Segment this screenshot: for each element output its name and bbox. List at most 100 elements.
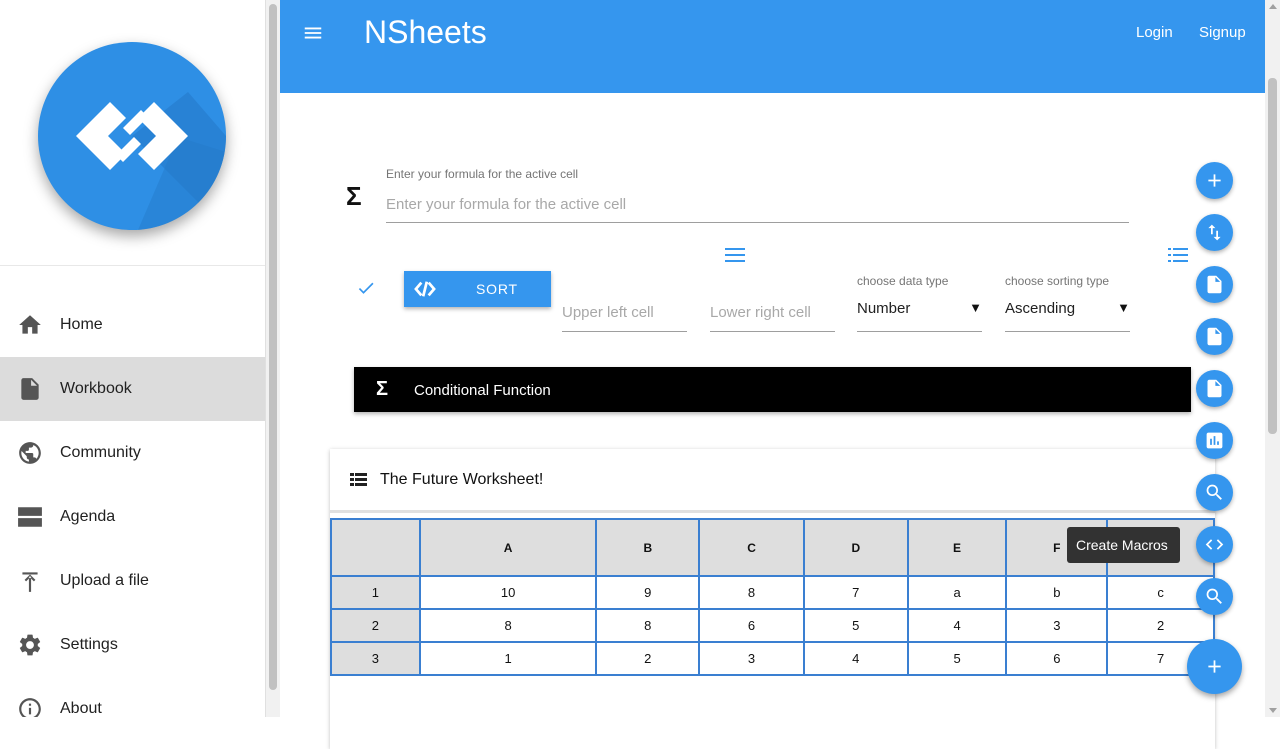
sidebar-item-community[interactable]: Community <box>0 421 265 485</box>
sidebar-item-label: Agenda <box>60 508 116 525</box>
upper-left-cell-input[interactable] <box>562 294 687 331</box>
file-icon <box>21 378 39 400</box>
table-cell[interactable]: 2 <box>595 641 701 676</box>
table-cell[interactable]: 3 <box>1005 608 1109 643</box>
data-type-label: choose data type <box>857 274 949 288</box>
home-icon <box>19 315 41 334</box>
row-header[interactable]: 2 <box>330 608 421 643</box>
swap-button[interactable] <box>1196 214 1233 251</box>
chart-button[interactable] <box>1196 422 1233 459</box>
table-cell[interactable]: 2 <box>1106 608 1215 643</box>
scroll-down-icon[interactable] <box>1269 708 1277 713</box>
code-icon <box>1205 539 1224 550</box>
table-cell[interactable]: 8 <box>418 608 598 643</box>
table-cell[interactable]: 10 <box>418 575 598 610</box>
table-cell[interactable]: 4 <box>906 608 1008 643</box>
swap-vert-icon <box>1208 224 1221 241</box>
main-fab-button[interactable] <box>1187 639 1242 694</box>
column-header[interactable]: B <box>595 518 701 577</box>
table-cell[interactable]: b <box>1005 575 1109 610</box>
globe-icon <box>19 442 41 464</box>
sidebar-item-home[interactable]: Home <box>0 293 265 357</box>
tooltip-text: Create Macros <box>1076 537 1168 553</box>
row-header[interactable]: 3 <box>330 641 421 676</box>
formula-input[interactable] <box>386 186 1129 223</box>
table-cell[interactable]: 8 <box>698 575 805 610</box>
data-type-select[interactable]: Number ▼ <box>857 294 982 332</box>
file-button[interactable] <box>1196 318 1233 355</box>
upper-left-cell-field <box>562 294 687 332</box>
sidebar-item-label: Workbook <box>60 380 132 397</box>
main-scroll-thumb[interactable] <box>1268 78 1277 434</box>
menu-icon[interactable] <box>302 22 324 44</box>
column-header[interactable]: D <box>802 518 909 577</box>
table-cell[interactable]: 4 <box>802 641 909 676</box>
add-icon <box>1208 174 1221 187</box>
login-link[interactable]: Login <box>1136 24 1173 41</box>
sidebar-item-workbook[interactable]: Workbook <box>0 357 265 421</box>
conditional-function-bar[interactable]: Σ Conditional Function <box>354 367 1191 412</box>
table-cell[interactable]: 3 <box>698 641 805 676</box>
gear-icon <box>19 634 41 656</box>
table-cell[interactable]: 5 <box>802 608 909 643</box>
search-button[interactable] <box>1196 578 1233 615</box>
add-icon <box>1208 660 1221 673</box>
table-cell[interactable]: a <box>906 575 1008 610</box>
table-cell[interactable]: 5 <box>906 641 1008 676</box>
add-sheet-button[interactable] <box>1196 162 1233 199</box>
sidebar-scrollbar[interactable] <box>266 0 280 717</box>
bar-chart-icon <box>1206 432 1223 449</box>
list-icon[interactable] <box>1168 247 1188 263</box>
check-icon[interactable] <box>356 278 376 298</box>
file-icon <box>1207 327 1222 346</box>
table-cell[interactable]: 9 <box>595 575 701 610</box>
signup-link[interactable]: Signup <box>1199 24 1246 41</box>
sidebar-scroll-thumb[interactable] <box>269 4 277 690</box>
sidebar-item-upload[interactable]: Upload a file <box>0 549 265 613</box>
app-header: NSheets Login Signup <box>280 0 1265 93</box>
lower-right-cell-input[interactable] <box>710 294 835 331</box>
file-button[interactable] <box>1196 266 1233 303</box>
table-cell[interactable]: 7 <box>802 575 909 610</box>
column-header[interactable]: A <box>418 518 598 577</box>
main-scrollbar[interactable] <box>1265 0 1280 717</box>
search-button[interactable] <box>1196 474 1233 511</box>
lower-right-cell-field <box>710 294 835 332</box>
info-icon <box>19 698 41 717</box>
scroll-up-icon[interactable] <box>1269 4 1277 9</box>
code-icon <box>414 281 436 297</box>
app-logo <box>38 42 226 230</box>
create-macros-button[interactable] <box>1196 526 1233 563</box>
sidebar: Home Workbook Community Agenda Upload a … <box>0 0 266 717</box>
table-cell[interactable]: 6 <box>698 608 805 643</box>
sidebar-item-label: Community <box>60 444 141 461</box>
search-icon <box>1206 484 1222 500</box>
list-view-icon <box>350 473 367 486</box>
row-header[interactable]: 1 <box>330 575 421 610</box>
file-icon <box>1207 275 1222 294</box>
sort-button[interactable]: SORT <box>404 271 551 307</box>
dropdown-arrow-icon: ▼ <box>1117 300 1130 315</box>
table-cell[interactable]: 8 <box>595 608 701 643</box>
table-row: 2 8 8 6 5 4 3 2 <box>330 608 1215 643</box>
app-title: NSheets <box>364 14 487 50</box>
sorting-type-select[interactable]: Ascending ▼ <box>1005 294 1130 332</box>
sidebar-item-settings[interactable]: Settings <box>0 613 265 677</box>
column-header[interactable]: E <box>906 518 1008 577</box>
file-button[interactable] <box>1196 370 1233 407</box>
sidebar-item-about[interactable]: About <box>0 677 265 717</box>
file-icon <box>1207 379 1222 398</box>
sidebar-item-label: About <box>60 700 102 717</box>
divider <box>330 510 1215 513</box>
lines-icon[interactable] <box>725 247 745 263</box>
sorting-type-label: choose sorting type <box>1005 274 1110 288</box>
sigma-icon: Σ <box>346 181 362 211</box>
sidebar-item-agenda[interactable]: Agenda <box>0 485 265 549</box>
column-header[interactable]: C <box>698 518 805 577</box>
table-row: 1 10 9 8 7 a b c <box>330 575 1215 610</box>
table-cell[interactable]: 1 <box>418 641 598 676</box>
table-cell[interactable]: 6 <box>1005 641 1109 676</box>
dropdown-arrow-icon: ▼ <box>969 300 982 315</box>
sidebar-item-label: Home <box>60 316 103 333</box>
column-header[interactable] <box>330 518 421 577</box>
